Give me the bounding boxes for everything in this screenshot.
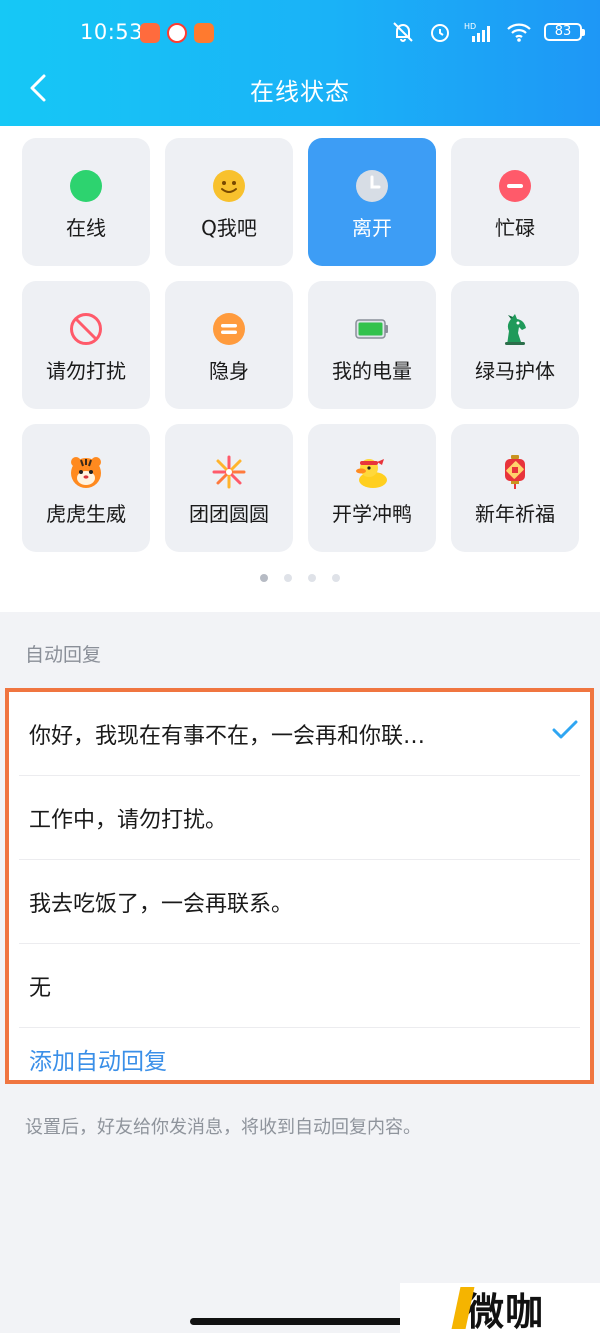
system-status-icons: HD 83 — [390, 20, 585, 44]
green-dot-icon — [68, 168, 104, 204]
checkmark-icon — [552, 720, 578, 746]
auto-reply-hint: 设置后，好友给你发消息，将收到自动回复内容。 — [25, 1117, 421, 1138]
page-dot[interactable] — [260, 574, 268, 582]
status-tile-label: Q我吧 — [201, 216, 257, 240]
lantern-fu-icon — [497, 454, 533, 490]
tiger-icon — [68, 454, 104, 490]
clock-icon — [354, 168, 390, 204]
top-bar: 10:53 HD 83 在线状态 — [0, 0, 600, 126]
duck-icon — [354, 454, 390, 490]
alarm-icon — [428, 20, 452, 44]
status-tile-label: 请勿打扰 — [46, 359, 126, 383]
status-tile-label: 我的电量 — [332, 359, 412, 383]
status-tile-reunion[interactable]: 团团圆圆 — [165, 424, 293, 552]
auto-reply-list: 你好，我现在有事不在，一会再和你联… 工作中，请勿打扰。 我去吃饭了，一会再联系… — [5, 688, 594, 1084]
battery-icon — [354, 311, 390, 347]
status-tile-my-battery[interactable]: 我的电量 — [308, 281, 436, 409]
status-tile-online[interactable]: 在线 — [22, 138, 150, 266]
add-auto-reply-link[interactable]: 添加自动回复 — [29, 1042, 167, 1076]
smiley-icon — [211, 168, 247, 204]
page-indicator — [0, 574, 600, 582]
battery-icon: 83 — [544, 23, 585, 41]
status-tile-label: 团团圆圆 — [189, 502, 269, 526]
status-tile-label: 忙碌 — [495, 216, 535, 240]
app-notification-icon — [140, 23, 160, 43]
status-grid: 在线 Q我吧 离开 忙碌 请勿打扰 隐身 我的电量 绿马护体 虎虎生威 团团圆圆… — [22, 138, 579, 552]
status-tile-invisible[interactable]: 隐身 — [165, 281, 293, 409]
auto-reply-option[interactable]: 工作中，请勿打扰。 — [19, 776, 580, 860]
status-tile-school-duck[interactable]: 开学冲鸭 — [308, 424, 436, 552]
status-tile-label: 离开 — [352, 216, 392, 240]
page-dot[interactable] — [308, 574, 316, 582]
auto-reply-section-label: 自动回复 — [25, 644, 102, 666]
app-notification-icon — [167, 23, 187, 43]
app-notification-icon — [194, 23, 214, 43]
minus-circle-icon — [497, 168, 533, 204]
status-tile-label: 虎虎生威 — [46, 502, 126, 526]
auto-reply-option[interactable]: 无 — [19, 944, 580, 1028]
auto-reply-option[interactable]: 你好，我现在有事不在，一会再和你联… — [19, 692, 580, 776]
watermark-logo: 微咖 — [400, 1283, 600, 1333]
status-tile-tiger[interactable]: 虎虎生威 — [22, 424, 150, 552]
status-tile-label: 开学冲鸭 — [332, 502, 412, 526]
status-tile-label: 绿马护体 — [475, 359, 555, 383]
auto-reply-text: 我去吃饭了，一会再联系。 — [29, 891, 294, 917]
battery-level: 83 — [544, 23, 582, 41]
auto-reply-text: 无 — [29, 975, 52, 1001]
signal-icon: HD — [464, 20, 494, 44]
status-tile-label: 隐身 — [209, 359, 249, 383]
status-tile-new-year-blessing[interactable]: 新年祈福 — [451, 424, 579, 552]
equals-circle-icon — [211, 311, 247, 347]
green-horse-icon — [497, 311, 533, 347]
status-tile-q-me[interactable]: Q我吧 — [165, 138, 293, 266]
no-entry-icon — [68, 311, 104, 347]
firework-icon — [211, 454, 247, 490]
status-tile-green-horse[interactable]: 绿马护体 — [451, 281, 579, 409]
status-time: 10:53 — [80, 20, 144, 44]
status-tile-away[interactable]: 离开 — [308, 138, 436, 266]
mute-bell-icon — [390, 20, 416, 44]
status-tile-do-not-disturb[interactable]: 请勿打扰 — [22, 281, 150, 409]
home-indicator[interactable] — [190, 1318, 410, 1325]
auto-reply-option[interactable]: 我去吃饭了，一会再联系。 — [19, 860, 580, 944]
status-tile-label: 新年祈福 — [475, 502, 555, 526]
status-grid-panel: 在线 Q我吧 离开 忙碌 请勿打扰 隐身 我的电量 绿马护体 虎虎生威 团团圆圆… — [0, 126, 600, 612]
network-label: HD — [464, 22, 476, 31]
auto-reply-text: 工作中，请勿打扰。 — [29, 807, 228, 833]
status-tile-label: 在线 — [66, 216, 106, 240]
wifi-icon — [506, 20, 532, 44]
watermark-text: 微咖 — [465, 1289, 544, 1333]
page-title: 在线状态 — [250, 78, 350, 106]
page-dot[interactable] — [284, 574, 292, 582]
auto-reply-text: 你好，我现在有事不在，一会再和你联… — [29, 723, 426, 749]
page-dot[interactable] — [332, 574, 340, 582]
status-tile-busy[interactable]: 忙碌 — [451, 138, 579, 266]
